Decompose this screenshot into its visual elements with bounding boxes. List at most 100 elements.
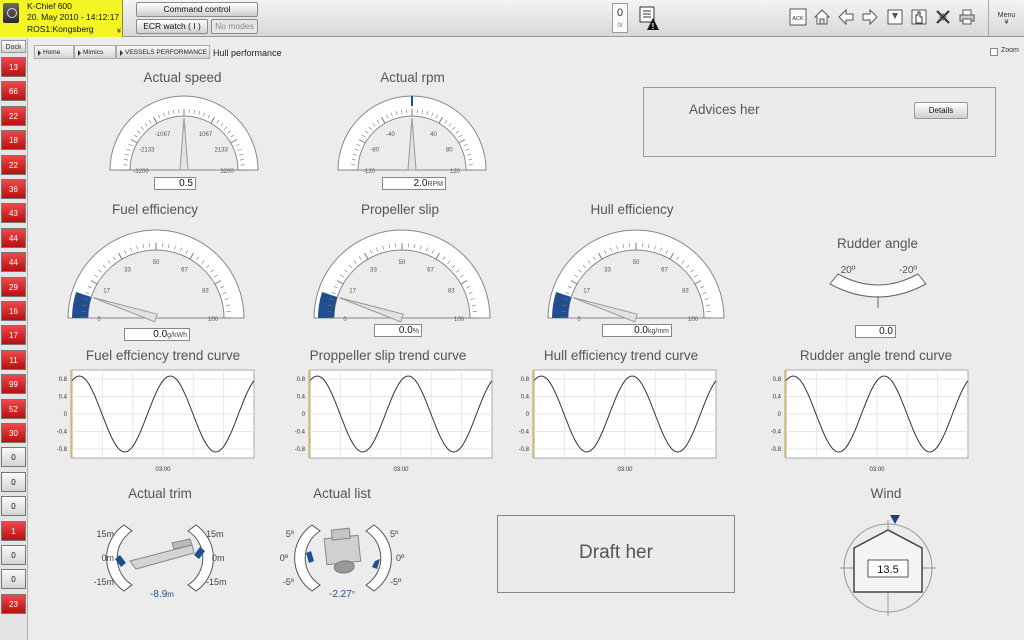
hull-efficiency-unit: kg/mm xyxy=(648,328,669,335)
sidebar-alarm-button[interactable]: 18 xyxy=(1,130,26,151)
zoom-checkbox[interactable] xyxy=(990,48,998,56)
gauge-tick-label: 100 xyxy=(208,317,219,323)
sidebar-alarm-button[interactable]: 17 xyxy=(1,325,26,346)
actual-speed-title: Actual speed xyxy=(143,70,222,85)
sidebar-alarm-button[interactable]: 44 xyxy=(1,227,26,248)
menu-label: Menu xyxy=(997,12,1016,19)
fuel-efficiency-title: Fuel efficiency xyxy=(111,202,199,217)
mute-icon[interactable] xyxy=(934,8,952,26)
sidebar-alarm-button[interactable]: 13 xyxy=(1,57,26,77)
sidebar-alarm-button[interactable]: 29 xyxy=(1,276,26,297)
actual-speed-gauge: -3200-2133-10670106721333200 xyxy=(109,95,259,175)
sidebar-alarm-button[interactable]: 22 xyxy=(1,105,26,126)
hull-efficiency-title: Hull efficiency xyxy=(590,202,674,217)
trend-y-tick-label: 0.4 xyxy=(59,395,68,401)
gauge-tick-label: 67 xyxy=(661,268,668,274)
actual-rpm-number: 2.0 xyxy=(413,178,428,189)
gauge-needle xyxy=(179,117,189,171)
breadcrumb-home[interactable]: Home xyxy=(34,45,74,59)
svg-text:!: ! xyxy=(652,22,655,31)
trend-y-tick-label: 0 xyxy=(64,412,68,418)
actual-rpm-value: 2.0RPM xyxy=(382,177,446,190)
gauge-tick-label: 50 xyxy=(633,260,640,266)
svg-text:ACK: ACK xyxy=(792,16,804,22)
sidebar-alarm-button[interactable]: 30 xyxy=(1,423,26,443)
hull-trend-chart: 0.8 0.4 0 -0.4 -0.8 03:00 xyxy=(519,369,717,473)
sidebar-alarm-button[interactable]: 23 xyxy=(1,593,26,614)
sidebar-alarm-button[interactable]: 0 xyxy=(1,471,26,492)
trend-y-tick-label: 0.4 xyxy=(297,395,306,401)
gauge-tick-label: -1067 xyxy=(155,132,171,138)
sidebar-alarm-button[interactable]: 44 xyxy=(1,252,26,273)
list-top-left-label: 5º xyxy=(286,529,295,539)
wind-value: 13.5 xyxy=(877,564,898,576)
wind-direction-arrow xyxy=(890,515,900,524)
maximize-icon[interactable] xyxy=(886,8,904,26)
gauge-tick-label: 17 xyxy=(349,289,356,295)
sidebar-alarm-button[interactable]: 43 xyxy=(1,203,26,224)
home-icon[interactable] xyxy=(813,8,831,26)
trend-x-label: 03:00 xyxy=(155,467,171,473)
trim-mid-right-label: 0m xyxy=(212,553,225,563)
trim-bottom-left-label: -15m xyxy=(93,577,114,587)
sidebar-alarm-button[interactable]: 99 xyxy=(1,374,26,395)
print-icon[interactable] xyxy=(958,8,976,26)
breadcrumb-mimics[interactable]: Mimics xyxy=(74,45,116,59)
sidebar-alarm-button[interactable]: 36 xyxy=(1,179,26,199)
sidebar-alarm-button[interactable]: 52 xyxy=(1,398,26,419)
trim-number: -8.9 xyxy=(150,589,168,600)
draft-title: Draft her xyxy=(579,542,653,563)
rudder-trend-chart: 0.8 0.4 0 -0.4 -0.8 03:00 xyxy=(771,369,969,473)
rudder-angle-indicator: 20º -20º xyxy=(829,265,927,308)
sidebar-alarm-button[interactable]: 22 xyxy=(1,154,26,175)
system-datetime: 20. May 2010 - 14:12:17 xyxy=(27,12,120,22)
actual-trim-indicator: 15m 0m -15m 15m 0m -15m -8.9m xyxy=(93,524,227,600)
propeller-slip-value: 0.0% xyxy=(374,324,422,337)
back-arrow-icon[interactable] xyxy=(837,8,855,26)
actual-rpm-unit: RPM xyxy=(427,181,443,188)
list-unit: ° xyxy=(352,590,355,599)
trend-y-tick-label: 0 xyxy=(302,412,306,418)
sidebar-alarm-button[interactable]: 0 xyxy=(1,569,26,590)
forward-arrow-icon[interactable] xyxy=(861,8,879,26)
trend-y-tick-label: 0.8 xyxy=(521,377,530,383)
system-info-panel[interactable]: K-Chief 600 20. May 2010 - 14:12:17 ROS1… xyxy=(0,0,123,37)
sidebar-alarm-button[interactable]: 16 xyxy=(1,301,26,321)
propeller-slip-number: 0.0 xyxy=(398,325,413,336)
trend-y-tick-label: 0.8 xyxy=(773,377,782,383)
trend-x-label: 03:00 xyxy=(393,467,409,473)
sidebar-alarm-button[interactable]: 0 xyxy=(1,447,26,468)
trim-top-left-label: 15m xyxy=(96,529,114,539)
dock-button[interactable]: Dock xyxy=(1,40,26,53)
trend-y-tick-label: -0.8 xyxy=(57,447,68,453)
advices-panel: Advices her Details xyxy=(643,87,996,157)
wind-indicator: 13.5 xyxy=(840,515,936,616)
breadcrumb-vessels-performance[interactable]: VESSELS PERFORMANCE xyxy=(116,45,210,59)
trend-y-tick-label: 0.8 xyxy=(297,377,306,383)
alarm-list-icon[interactable]: ! xyxy=(638,6,660,32)
no-modes-button[interactable]: No modes xyxy=(211,19,258,34)
gauge-tick-label: 50 xyxy=(153,260,160,266)
sidebar-alarm-button[interactable]: 0 xyxy=(1,545,26,565)
kongsberg-logo-icon xyxy=(3,3,19,23)
list-mid-left-label: 0º xyxy=(280,553,289,563)
hull-trend-title: Hull efficiency trend curve xyxy=(543,348,699,363)
station-dropdown-icon[interactable]: ¥ xyxy=(117,28,121,35)
menu-dropdown-icon: ¥ xyxy=(1004,19,1009,26)
hand-pointer-icon[interactable] xyxy=(910,8,928,26)
propeller-slip-title: Propeller slip xyxy=(360,202,440,217)
trend-x-label: 03:00 xyxy=(869,467,885,473)
trend-y-tick-label: -0.4 xyxy=(771,430,782,436)
details-button[interactable]: Details xyxy=(914,102,968,119)
trend-y-tick-label: -0.4 xyxy=(295,430,306,436)
sidebar-alarm-button[interactable]: 11 xyxy=(1,349,26,370)
ecr-watch-button[interactable]: ECR watch ( I ) xyxy=(136,19,208,34)
menu-button[interactable]: Menu ¥ xyxy=(988,0,1024,36)
sidebar-alarm-button[interactable]: 0 xyxy=(1,496,26,517)
hull-efficiency-gauge: 01733506783100 xyxy=(547,229,725,323)
sidebar-alarm-button[interactable]: 66 xyxy=(1,81,26,102)
ack-icon[interactable]: ACK xyxy=(789,8,807,26)
gauge-needle xyxy=(407,117,417,171)
sidebar-alarm-button[interactable]: 1 xyxy=(1,520,26,541)
command-control-button[interactable]: Command control xyxy=(136,2,258,17)
